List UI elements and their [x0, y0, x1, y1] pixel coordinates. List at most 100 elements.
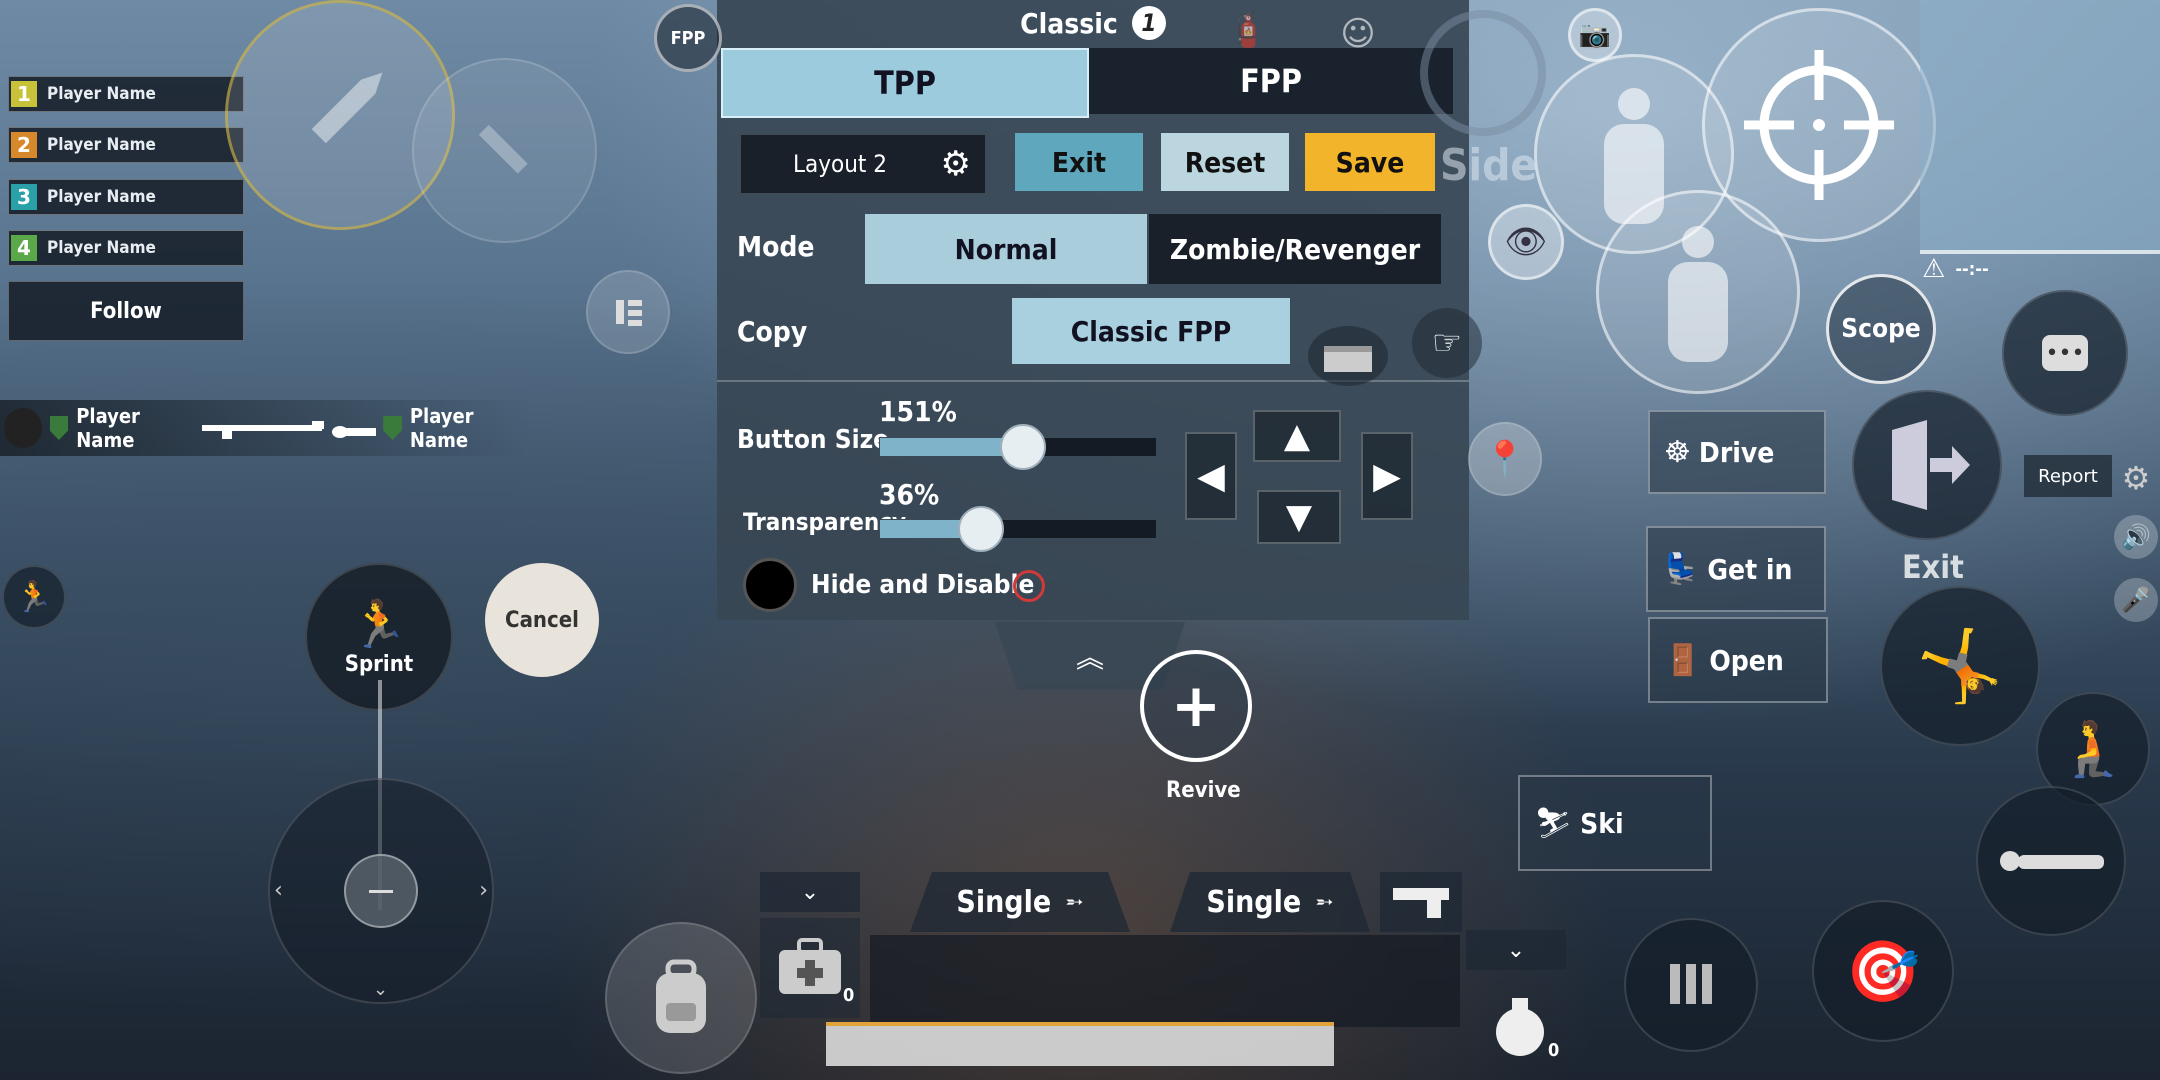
settings-gear-icon[interactable]: ⚙ — [2116, 458, 2156, 498]
minimap[interactable] — [1920, 0, 2160, 254]
seat-icon: 💺 — [1662, 551, 1700, 587]
fire-button-right[interactable] — [1702, 8, 1936, 242]
get-in-label: Get in — [1707, 552, 1793, 586]
free-look-button[interactable]: 👁 — [1488, 204, 1564, 280]
move-up-button[interactable]: ▲ — [1253, 410, 1341, 462]
mode-number-badge: 1 — [1131, 6, 1166, 40]
spray-icon[interactable]: 🧯 — [1220, 2, 1276, 58]
knocked-player-icon — [332, 426, 377, 438]
disabled-icon — [1013, 570, 1045, 602]
mode-title: Classic — [1020, 6, 1118, 40]
movement-joystick[interactable]: ‹ › ⌄ — [268, 778, 494, 1004]
report-button[interactable]: Report — [2024, 455, 2112, 497]
transparency-slider[interactable] — [879, 506, 1157, 552]
transparency-value: 36% — [879, 478, 940, 511]
arrow-down-icon: ▼ — [1285, 497, 1313, 537]
crouch-icon: 🧎 — [2059, 717, 2127, 780]
grenade-count: 0 — [1548, 1040, 1560, 1061]
microphone-icon[interactable]: 🎤 — [2114, 578, 2158, 622]
revive-button[interactable]: + — [1140, 650, 1252, 762]
arrow-right-icon: ▶ — [1373, 455, 1401, 497]
aim-kneel-icon: 🎯 — [1845, 936, 1921, 1007]
pistol-slot[interactable] — [1380, 872, 1462, 932]
drive-label: Drive — [1698, 435, 1775, 469]
slider-knob[interactable] — [958, 506, 1005, 552]
ski-button[interactable]: ⛷ Ski — [1518, 775, 1712, 871]
follow-button[interactable]: Follow — [8, 281, 244, 341]
prone-button[interactable] — [1976, 786, 2126, 936]
hide-disable-toggle[interactable] — [743, 558, 797, 612]
mode-normal-option[interactable]: Normal — [865, 214, 1147, 284]
copy-label: Copy — [737, 315, 808, 348]
peek-button[interactable] — [586, 270, 670, 354]
reload-button[interactable] — [412, 58, 597, 243]
move-left-button[interactable]: ◀ — [1185, 432, 1237, 520]
slider-knob[interactable] — [999, 424, 1046, 470]
weapon-2-fire-mode[interactable]: Single ➵ — [1170, 872, 1370, 932]
rifle-icon — [202, 421, 325, 439]
side-label: Side — [1440, 140, 1538, 191]
warning-icon: ⚠ — [1922, 254, 1946, 284]
weapon-1-slot[interactable] — [870, 935, 1170, 1027]
player-name: Player Name — [47, 84, 156, 104]
pointing-hand-icon: ☞ — [1431, 323, 1463, 363]
drive-button[interactable]: ☸ Drive — [1648, 410, 1826, 494]
victim-name: Player Name — [409, 404, 474, 452]
door-exit-icon — [1892, 420, 1970, 510]
player-name: Player Name — [47, 187, 156, 207]
lean-icon — [616, 300, 642, 326]
mode-zombie-option[interactable]: Zombie/Revenger — [1149, 214, 1441, 284]
kneel-aim-button[interactable]: 🎯 — [1812, 900, 1954, 1042]
medkit-expand-button[interactable]: ⌄ — [760, 872, 860, 912]
medkit-count: 0 — [843, 985, 855, 1006]
auto-run-button[interactable]: 🏃 — [2, 565, 66, 629]
scope-button[interactable]: Scope — [1826, 274, 1936, 384]
exit-vehicle-button[interactable] — [1852, 390, 2002, 540]
team-player-3: 3 Player Name — [8, 179, 244, 215]
quick-chat-button[interactable]: ••• — [2002, 290, 2128, 416]
button-size-slider[interactable] — [879, 424, 1157, 470]
pickup-crate-button[interactable] — [1308, 326, 1388, 386]
point-button[interactable]: ☞ — [1412, 308, 1482, 378]
emote-icon[interactable]: ☺ — [1330, 6, 1386, 62]
jump-button[interactable]: 🤸 — [1880, 586, 2040, 746]
backpack-icon — [656, 959, 706, 1033]
hide-disable-label: Hide and Disable — [811, 570, 1035, 600]
player-name: Player Name — [47, 135, 156, 155]
save-button[interactable]: Save — [1305, 133, 1435, 191]
cancel-button[interactable]: Cancel — [485, 563, 599, 677]
player-number: 3 — [11, 184, 37, 210]
throwable-expand-button[interactable]: ⌄ — [1466, 930, 1566, 970]
tab-tpp[interactable]: TPP — [721, 48, 1089, 118]
pistol-icon — [1393, 888, 1449, 918]
camera-icon: 📷 — [1578, 20, 1612, 50]
button-size-label: Button Size — [737, 425, 890, 455]
weapon-1-fire-mode[interactable]: Single ➵ — [910, 872, 1130, 932]
reset-button[interactable]: Reset — [1161, 133, 1289, 191]
switch-ammo-button[interactable] — [1624, 918, 1758, 1052]
sprint-label: Sprint — [344, 652, 414, 677]
move-right-button[interactable]: ▶ — [1361, 432, 1413, 520]
map-pin-icon: 📍 — [1483, 439, 1527, 479]
speaker-icon[interactable]: 🔊 — [2114, 515, 2158, 559]
medkit-icon — [779, 938, 841, 994]
exit-button[interactable]: Exit — [1015, 133, 1143, 191]
exit-vehicle-label: Exit — [1902, 548, 1964, 586]
layout-name: Layout 2 — [793, 150, 887, 178]
copy-select[interactable]: Classic FPP — [1012, 298, 1290, 364]
fpp-toggle-button[interactable]: FPP — [654, 4, 722, 72]
hud-layout-panel: Classic 1 TPP FPP Layout 2 ⚙ Exit Reset … — [717, 0, 1469, 620]
rotate-refresh-icon[interactable] — [1420, 10, 1546, 136]
weapon-2-slot[interactable] — [1170, 935, 1460, 1027]
joystick-thumb[interactable] — [344, 854, 418, 928]
open-door-button[interactable]: 🚪 Open — [1648, 617, 1828, 703]
eye-icon: 👁 — [1504, 222, 1548, 262]
bullet-icon — [311, 72, 383, 144]
get-in-button[interactable]: 💺 Get in — [1646, 526, 1826, 612]
camera-button[interactable]: 📷 — [1568, 8, 1622, 62]
layout-selector[interactable]: Layout 2 ⚙ — [739, 133, 987, 195]
marker-button[interactable]: 📍 — [1468, 422, 1542, 496]
move-down-button[interactable]: ▼ — [1257, 490, 1341, 544]
grenade-icon — [1496, 998, 1544, 1056]
backpack-button[interactable] — [605, 922, 757, 1074]
